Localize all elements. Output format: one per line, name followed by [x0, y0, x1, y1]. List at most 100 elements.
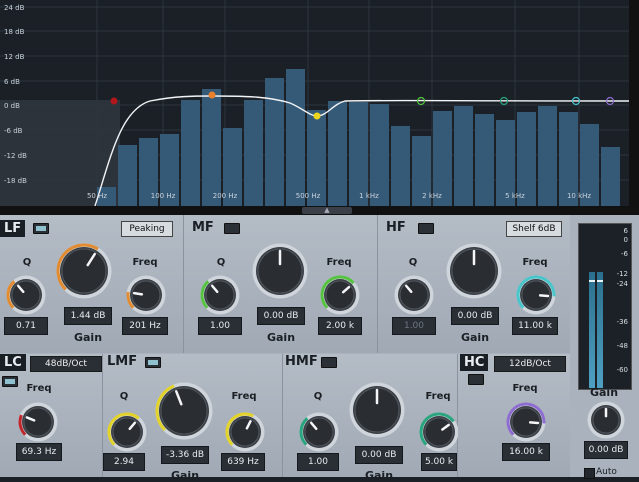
hc-freq-value[interactable]: 16.00 k	[502, 443, 550, 461]
db-scale-label: 12 dB	[4, 53, 25, 61]
lf-q-value[interactable]: 0.71	[4, 317, 48, 335]
output-gain-knob[interactable]	[587, 401, 625, 439]
hc-freq-label: Freq	[512, 383, 538, 394]
hmf-title: HMF	[285, 354, 318, 369]
mf-q-label: Q	[216, 257, 226, 268]
lmf-q-value[interactable]: 2.94	[103, 453, 145, 471]
mf-q-knob[interactable]	[200, 275, 240, 315]
mf-freq-label: Freq	[326, 257, 352, 268]
hc-enable-toggle[interactable]	[468, 374, 484, 385]
hc-band-section: HC 12dB/Oct Freq 16.00 k	[458, 354, 571, 477]
hc-slope-dropdown[interactable]: 12dB/Oct	[494, 356, 566, 372]
freq-scale-label: 10 kHz	[567, 192, 591, 200]
mf-gain-knob[interactable]	[252, 243, 308, 299]
hmf-band-section: HMF Q 1.00 0.00 dB Gain Freq 5.00 k	[283, 354, 459, 482]
hmf-gain-knob[interactable]	[349, 382, 405, 438]
lc-enable-toggle[interactable]	[2, 376, 18, 387]
meter-scale-label: -12	[616, 270, 628, 278]
db-scale-label: -6 dB	[4, 127, 23, 135]
lf-mode-dropdown[interactable]: Peaking	[121, 221, 173, 237]
db-scale-label: -12 dB	[4, 152, 27, 160]
hmf-gain-value[interactable]: 0.00 dB	[355, 446, 403, 464]
hf-gain-knob[interactable]	[446, 243, 502, 299]
mf-q-value[interactable]: 1.00	[198, 317, 242, 335]
hmf-freq-label: Freq	[425, 391, 451, 402]
lmf-node[interactable]	[313, 112, 321, 120]
lmf-title: LMF	[107, 354, 138, 369]
freq-scale-label: 100 Hz	[151, 192, 176, 200]
db-scale-label: 0 dB	[4, 102, 20, 110]
mf-gain-value[interactable]: 0.00 dB	[257, 307, 305, 325]
mf-freq-knob[interactable]	[320, 275, 360, 315]
meter-peak-right	[597, 280, 603, 282]
hf-gain-value[interactable]: 0.00 dB	[451, 307, 499, 325]
mf-enable-toggle[interactable]	[224, 223, 240, 234]
lc-title: LC	[0, 354, 26, 371]
spectrum-bar	[202, 89, 221, 206]
hmf-q-label: Q	[313, 391, 323, 402]
lmf-freq-label: Freq	[231, 391, 257, 402]
output-section: 6 0 -6 -12 -24 -36 -48 -60 Gain 0.00 dB Auto	[570, 215, 639, 479]
lf-gain-label: Gain	[73, 331, 103, 344]
lf-q-knob[interactable]	[6, 275, 46, 315]
mf-freq-value[interactable]: 2.00 k	[318, 317, 362, 335]
lf-gain-value[interactable]: 1.44 dB	[64, 307, 112, 325]
hf-title: HF	[386, 220, 406, 235]
lc-node[interactable]	[110, 97, 118, 105]
lmf-gain-value[interactable]: -3.36 dB	[161, 446, 209, 464]
spectrum-bar	[328, 101, 347, 206]
output-gain-value[interactable]: 0.00 dB	[584, 441, 628, 459]
display-resize-handle[interactable]: ▲	[0, 206, 639, 215]
lmf-band-section: LMF Q 2.94 -3.36 dB Gain Freq 639 Hz	[103, 354, 283, 482]
lc-freq-value[interactable]: 69.3 Hz	[16, 443, 62, 461]
output-level-meter: 6 0 -6 -12 -24 -36 -48 -60	[578, 223, 632, 390]
lf-node[interactable]	[208, 91, 216, 99]
lc-freq-knob[interactable]	[18, 402, 58, 442]
mf-band-section: MF Q 1.00 0.00 dB Gain Freq 2.00 k	[184, 215, 378, 353]
hf-freq-knob[interactable]	[516, 275, 556, 315]
hf-enable-toggle[interactable]	[418, 223, 434, 234]
spectrum-bar	[475, 114, 494, 206]
freq-scale-label: 50 Hz	[87, 192, 107, 200]
lf-freq-knob[interactable]	[126, 275, 166, 315]
hf-q-value[interactable]: 1.00	[392, 317, 436, 335]
hf-mode-dropdown[interactable]: Shelf 6dB	[506, 221, 562, 237]
lf-enable-toggle[interactable]	[33, 223, 49, 234]
hmf-freq-knob[interactable]	[419, 412, 459, 452]
auto-checkbox[interactable]	[584, 468, 595, 479]
eq-graph-display[interactable]: 24 dB 18 dB 12 dB 6 dB 0 dB -6 dB -12 dB -18 dB…	[0, 0, 639, 213]
lmf-q-knob[interactable]	[107, 412, 147, 452]
lf-title: LF	[0, 220, 26, 237]
meter-scale-label: -60	[616, 366, 628, 374]
lc-slope-dropdown[interactable]: 48dB/Oct	[30, 356, 102, 372]
freq-scale-label: 1 kHz	[359, 192, 379, 200]
spectrum-bar	[601, 147, 620, 206]
hf-freq-label: Freq	[522, 257, 548, 268]
hmf-q-knob[interactable]	[299, 412, 339, 452]
hmf-enable-toggle[interactable]	[321, 357, 337, 368]
meter-scale-label: -36	[616, 318, 628, 326]
lmf-q-label: Q	[119, 391, 129, 402]
lmf-gain-knob[interactable]	[155, 382, 213, 440]
lmf-freq-value[interactable]: 639 Hz	[221, 453, 265, 471]
hmf-q-value[interactable]: 1.00	[297, 453, 339, 471]
hf-band-section: HF Shelf 6dB Q 1.00 0.00 dB Gain Freq 11…	[378, 215, 571, 353]
meter-scale-label: -24	[616, 280, 628, 288]
hf-gain-label: Gain	[460, 331, 490, 344]
lf-freq-value[interactable]: 201 Hz	[122, 317, 168, 335]
lf-gain-knob[interactable]	[56, 243, 112, 299]
mf-gain-label: Gain	[266, 331, 296, 344]
hmf-gain-label: Gain	[364, 469, 394, 482]
hmf-freq-value[interactable]: 5.00 k	[421, 453, 457, 471]
hc-freq-knob[interactable]	[506, 402, 546, 442]
spectrum-bar	[391, 126, 410, 206]
meter-bar-right	[597, 272, 603, 388]
meter-scale-label: 6	[623, 227, 628, 235]
lmf-freq-knob[interactable]	[225, 412, 265, 452]
hf-q-knob[interactable]	[394, 275, 434, 315]
mf-title: MF	[192, 220, 214, 235]
hf-freq-value[interactable]: 11.00 k	[512, 317, 558, 335]
lf-freq-label: Freq	[132, 257, 158, 268]
lmf-enable-toggle[interactable]	[145, 357, 161, 368]
freq-scale-label: 2 kHz	[422, 192, 442, 200]
